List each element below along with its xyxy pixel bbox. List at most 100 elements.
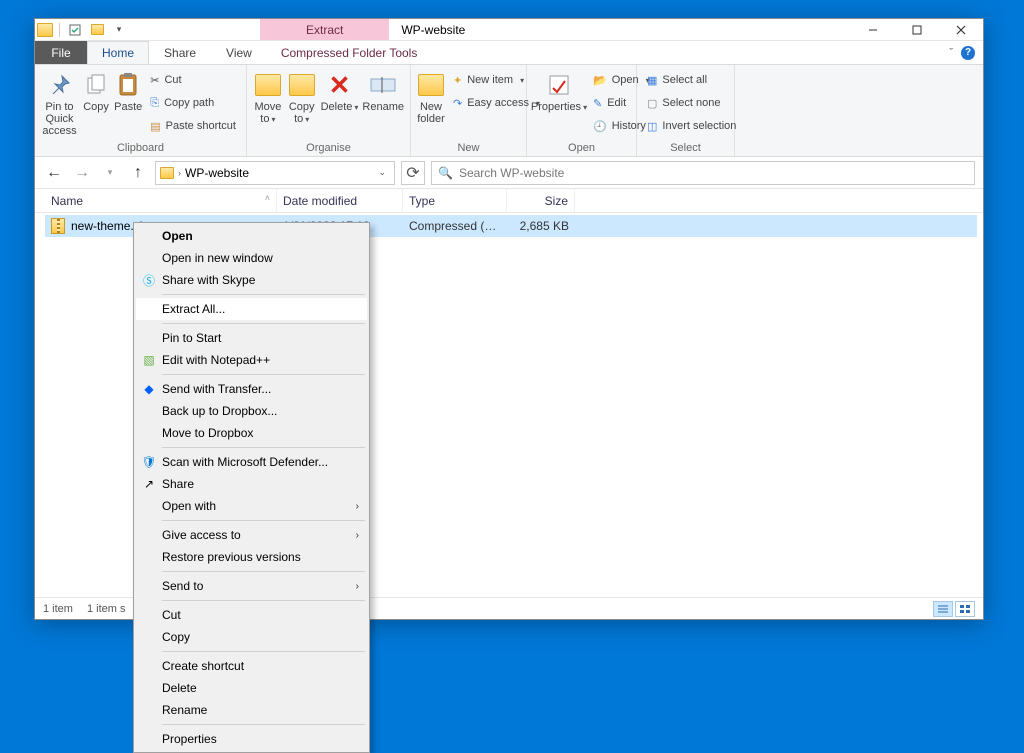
cm-properties[interactable]: Properties: [136, 728, 367, 750]
clipboard-group-label: Clipboard: [41, 141, 240, 156]
column-size[interactable]: Size: [507, 189, 575, 212]
back-button[interactable]: ←: [43, 162, 65, 184]
help-icon[interactable]: ?: [961, 46, 975, 60]
forward-button[interactable]: →: [71, 162, 93, 184]
qat-properties-icon[interactable]: [66, 21, 84, 39]
column-date[interactable]: Date modified: [277, 189, 403, 212]
delete-button[interactable]: ✕ Delete▾: [321, 69, 359, 113]
qat-dropdown-icon[interactable]: ▾: [110, 21, 128, 39]
chevron-right-icon: ›: [178, 168, 181, 178]
select-none-icon: ▢: [647, 97, 657, 110]
view-tab[interactable]: View: [211, 41, 267, 64]
pin-to-quick-access-button[interactable]: Pin to Quick access: [41, 69, 78, 137]
minimize-button[interactable]: [851, 19, 895, 40]
copy-to-button[interactable]: Copy to▾: [287, 69, 317, 125]
history-icon: 🕘: [593, 120, 607, 133]
pin-icon: [46, 71, 74, 99]
view-thumbnails-toggle[interactable]: [955, 601, 975, 617]
cm-pin-to-start[interactable]: Pin to Start: [136, 327, 367, 349]
share-icon: ↗: [141, 476, 157, 492]
view-details-toggle[interactable]: [933, 601, 953, 617]
scissors-icon: ✂: [150, 74, 159, 87]
navigation-bar: ← → ▾ ↑ › WP-website ⌄ ⟳ 🔍 Search WP-web…: [35, 157, 983, 189]
sort-caret-icon: ˄: [265, 193, 270, 203]
recent-dropdown-icon[interactable]: ▾: [99, 162, 121, 184]
invert-selection-button[interactable]: ◫Invert selection: [643, 115, 740, 137]
status-item-count: 1 item: [43, 603, 73, 615]
compressed-folder-tools-tab[interactable]: Compressed Folder Tools: [267, 41, 432, 64]
cm-send-to[interactable]: Send to›: [136, 575, 367, 597]
select-all-button[interactable]: ▦Select all: [643, 69, 740, 91]
extract-contextual-tab[interactable]: Extract: [260, 19, 389, 40]
properties-icon: [545, 71, 573, 99]
cm-scan-defender[interactable]: 🛡Scan with Microsoft Defender...: [136, 451, 367, 473]
select-all-icon: ▦: [647, 74, 657, 87]
copy-icon: [82, 71, 110, 99]
chevron-right-icon: ›: [356, 501, 359, 512]
address-dropdown-icon[interactable]: ⌄: [374, 167, 390, 178]
ribbon-tabs: File Home Share View Compressed Folder T…: [35, 41, 983, 65]
breadcrumb-location[interactable]: WP-website: [185, 166, 249, 180]
column-name[interactable]: Name˄: [45, 189, 277, 212]
cut-button[interactable]: ✂Cut: [146, 69, 240, 91]
search-placeholder: Search WP-website: [459, 166, 564, 180]
share-tab[interactable]: Share: [149, 41, 211, 64]
column-type[interactable]: Type: [403, 189, 507, 212]
dropbox-icon: ◆: [141, 381, 157, 397]
copy-to-icon: [288, 71, 316, 99]
home-tab[interactable]: Home: [87, 41, 149, 64]
copy-path-icon: ⎘: [150, 97, 159, 110]
open-group-label: Open: [533, 141, 630, 156]
properties-button[interactable]: Properties▾: [533, 69, 585, 113]
cm-backup-dropbox[interactable]: Back up to Dropbox...: [136, 400, 367, 422]
cm-cut[interactable]: Cut: [136, 604, 367, 626]
cm-restore-versions[interactable]: Restore previous versions: [136, 546, 367, 568]
delete-x-icon: ✕: [326, 71, 354, 99]
context-menu: Open Open in new window ⓈShare with Skyp…: [133, 222, 370, 753]
paste-button[interactable]: Paste: [114, 69, 142, 113]
cm-extract-all[interactable]: Extract All...: [136, 298, 367, 320]
up-button[interactable]: ↑: [127, 162, 149, 184]
chevron-right-icon: ›: [356, 530, 359, 541]
cm-move-dropbox[interactable]: Move to Dropbox: [136, 422, 367, 444]
cm-create-shortcut[interactable]: Create shortcut: [136, 655, 367, 677]
qat-newfolder-icon[interactable]: [88, 21, 106, 39]
chevron-right-icon: ›: [356, 581, 359, 592]
skype-icon: Ⓢ: [141, 272, 157, 288]
cm-open[interactable]: Open: [136, 225, 367, 247]
cm-send-transfer[interactable]: ◆Send with Transfer...: [136, 378, 367, 400]
cm-open-new-window[interactable]: Open in new window: [136, 247, 367, 269]
cm-rename[interactable]: Rename: [136, 699, 367, 721]
refresh-button[interactable]: ⟳: [401, 161, 425, 185]
file-tab[interactable]: File: [35, 41, 87, 64]
paste-shortcut-icon: ▤: [150, 120, 160, 133]
paste-shortcut-button[interactable]: ▤Paste shortcut: [146, 115, 240, 137]
rename-button[interactable]: Rename: [362, 69, 404, 113]
new-group-label: New: [417, 141, 520, 156]
new-folder-icon: [417, 71, 445, 99]
close-button[interactable]: [939, 19, 983, 40]
move-to-button[interactable]: Move to▾: [253, 69, 283, 125]
ribbon-collapse-icon[interactable]: ˇ: [949, 47, 953, 59]
cm-share[interactable]: ↗Share: [136, 473, 367, 495]
cm-give-access[interactable]: Give access to›: [136, 524, 367, 546]
cm-share-skype[interactable]: ⓈShare with Skype: [136, 269, 367, 291]
search-input[interactable]: 🔍 Search WP-website: [431, 161, 975, 185]
select-none-button[interactable]: ▢Select none: [643, 92, 740, 114]
copy-button[interactable]: Copy: [82, 69, 110, 113]
cm-copy[interactable]: Copy: [136, 626, 367, 648]
edit-icon: ✎: [593, 97, 602, 110]
address-folder-icon: [160, 167, 174, 179]
cm-edit-notepadpp[interactable]: ▧Edit with Notepad++: [136, 349, 367, 371]
status-selected-count: 1 item s: [87, 603, 126, 615]
open-icon: 📂: [593, 74, 607, 87]
copy-path-button[interactable]: ⎘Copy path: [146, 92, 240, 114]
notepadpp-icon: ▧: [141, 352, 157, 368]
maximize-button[interactable]: [895, 19, 939, 40]
ribbon: Pin to Quick access Copy Paste ✂Cut ⎘Cop…: [35, 65, 983, 157]
organise-group-label: Organise: [253, 141, 404, 156]
new-folder-button[interactable]: New folder: [417, 69, 445, 125]
address-bar[interactable]: › WP-website ⌄: [155, 161, 395, 185]
cm-delete[interactable]: Delete: [136, 677, 367, 699]
cm-open-with[interactable]: Open with›: [136, 495, 367, 517]
